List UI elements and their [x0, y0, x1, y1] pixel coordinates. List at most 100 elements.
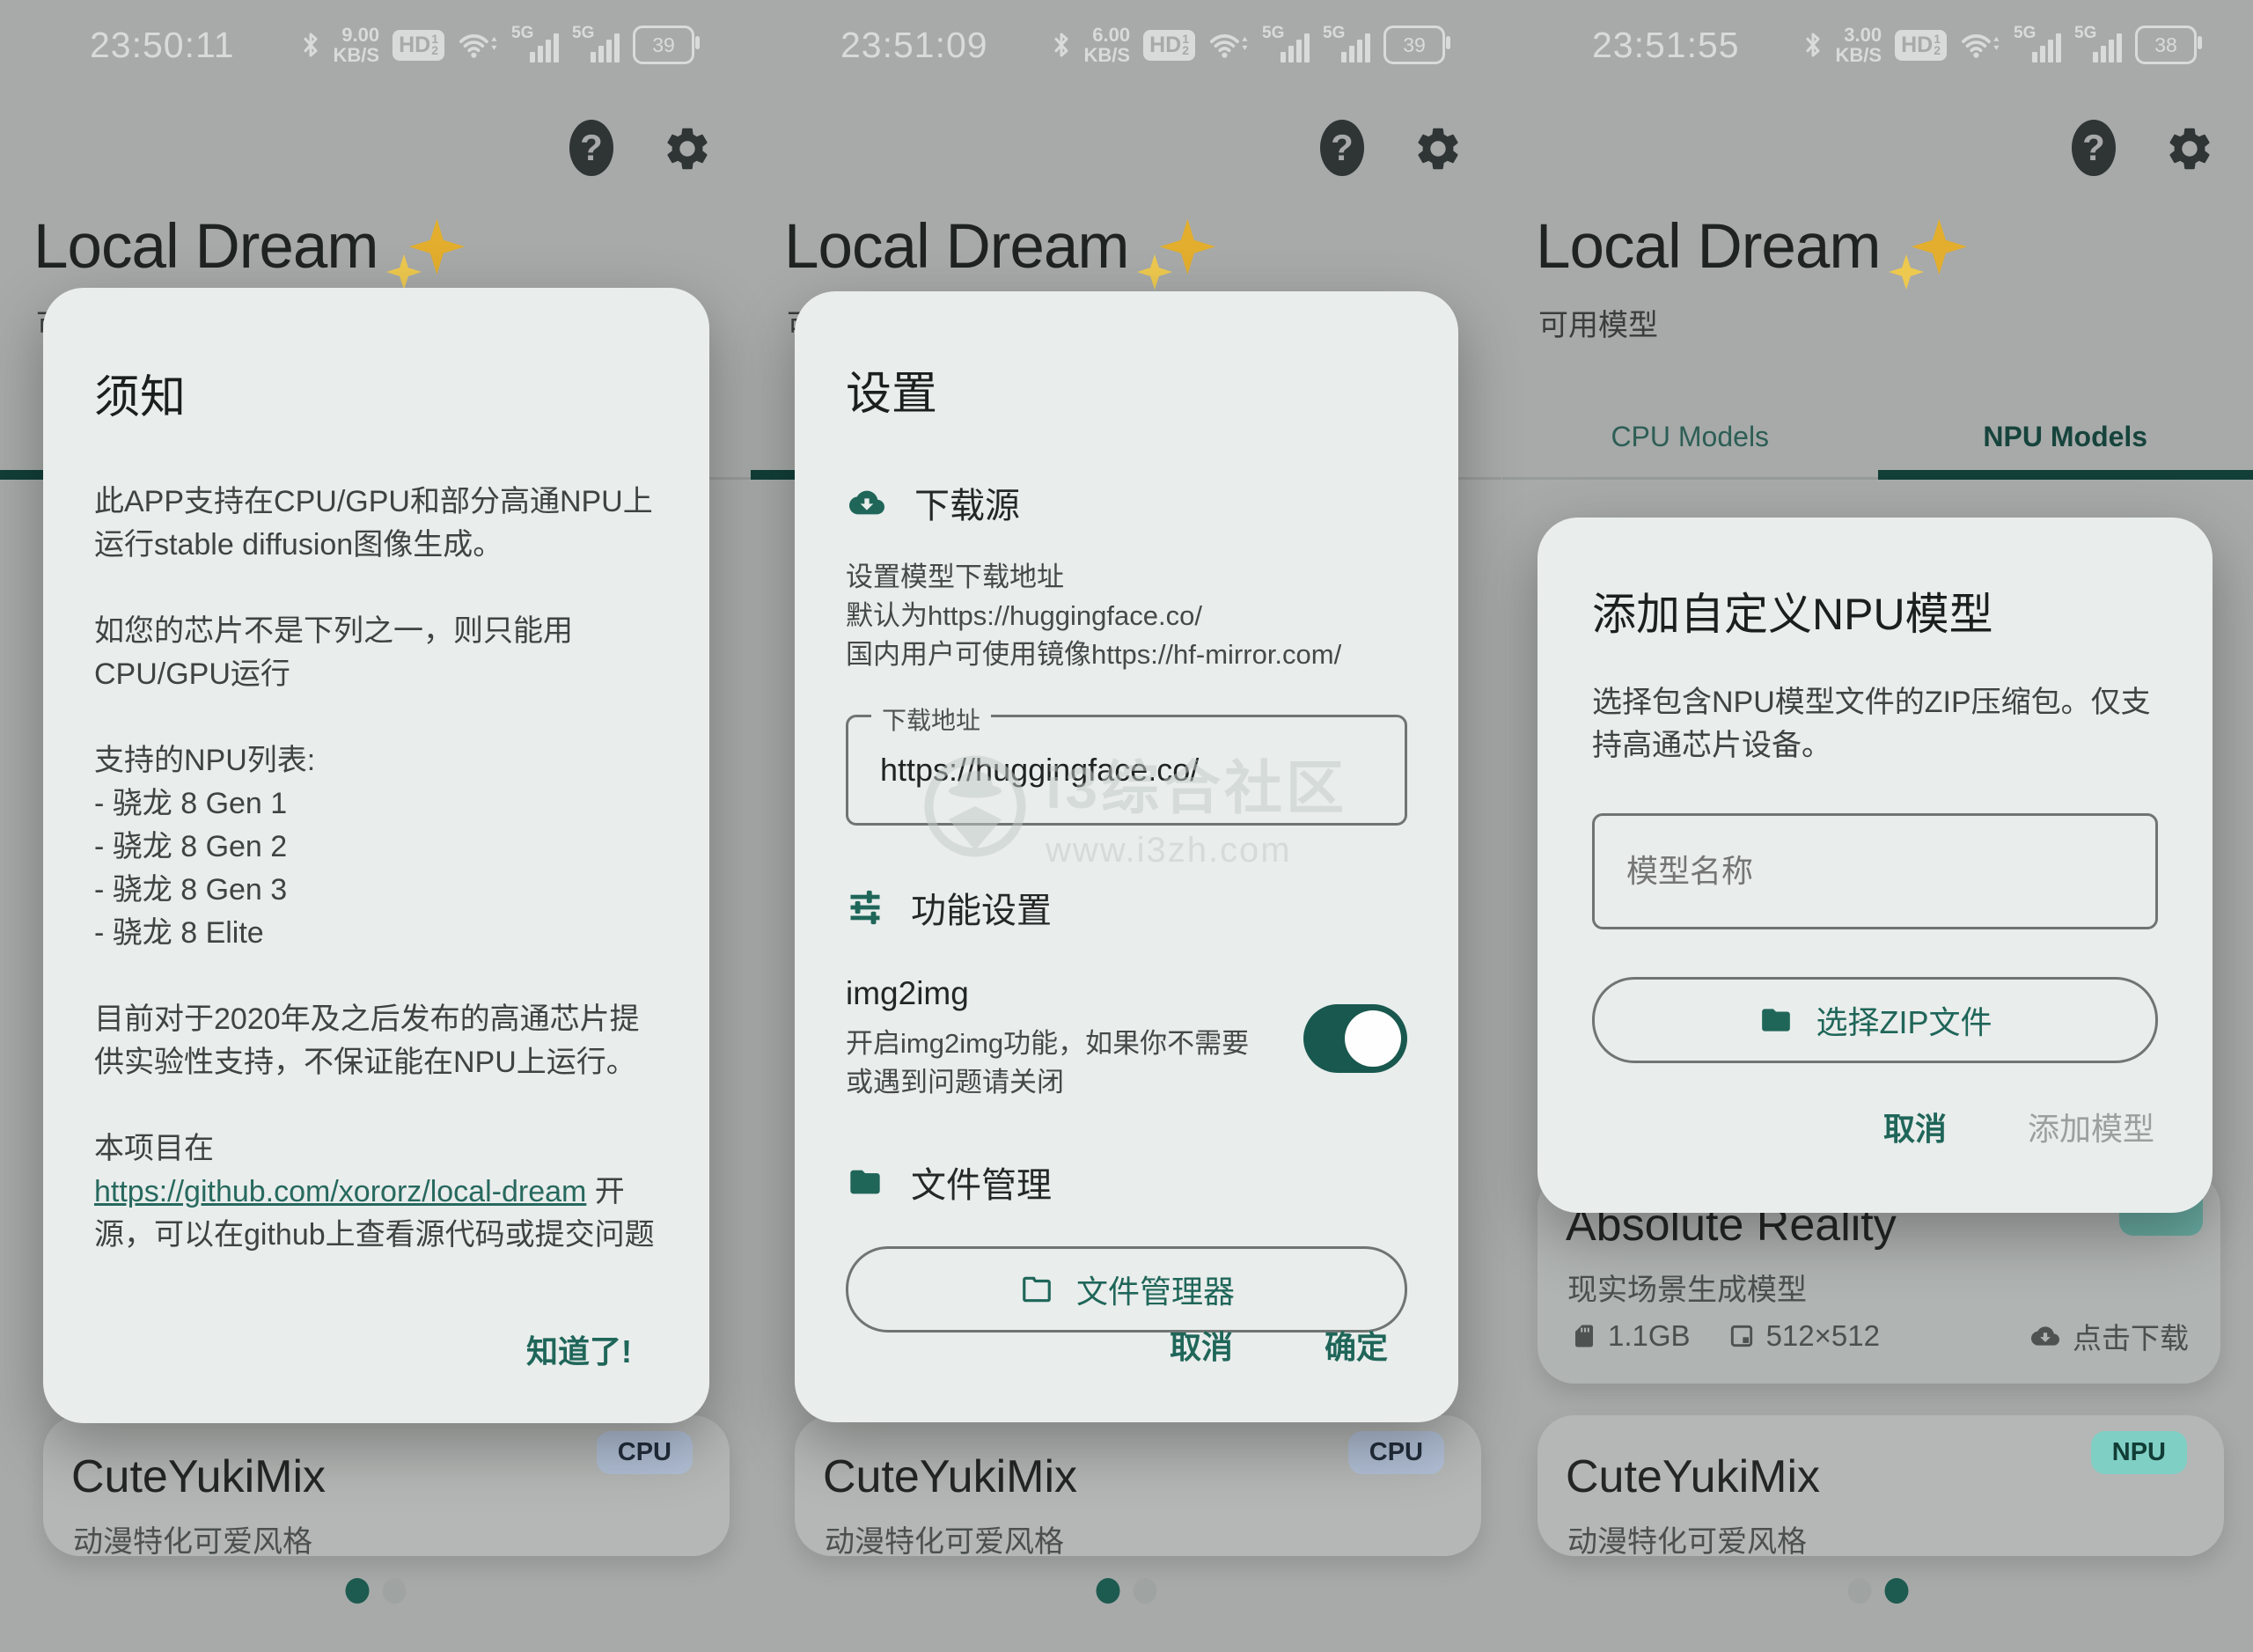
page-dot-1[interactable] — [345, 1578, 369, 1604]
hd-call-icon: HD12 — [1895, 30, 1947, 61]
project-text-prefix: 本项目在 — [94, 1132, 214, 1165]
network-speed: 9.00KB/S — [334, 25, 380, 65]
signal-icon-sim1: 5G — [1262, 24, 1310, 66]
resolution-icon — [1728, 1322, 1756, 1350]
download-url-input[interactable] — [859, 752, 1394, 789]
select-zip-button[interactable]: 选择ZIP文件 — [1592, 977, 2158, 1063]
file-manager-button[interactable]: 文件管理器 — [846, 1246, 1407, 1333]
download-source-description: 设置模型下载地址 默认为https://huggingface.co/ 国内用户… — [846, 558, 1407, 674]
file-management-section: 文件管理 — [846, 1156, 1407, 1208]
signal-icon-sim2: 5G — [572, 24, 620, 66]
screenshot-root: 23:50:11 9.00KB/S HD12 5G 5G 39 ? Local … — [0, 0, 2253, 1652]
page-dot-1[interactable] — [1847, 1578, 1871, 1604]
tab-cpu-models[interactable]: CPU Models — [1502, 421, 1878, 453]
model-name-field-wrap — [1592, 813, 2158, 929]
model-description: 动漫特化可爱风格 — [73, 1517, 312, 1560]
tab-npu-models[interactable]: NPU Models — [1878, 421, 2253, 453]
bluetooth-icon — [301, 29, 320, 61]
model-card-cuteyukimix[interactable]: CuteYukiMix 动漫特化可爱风格 NPU — [1537, 1415, 2224, 1556]
gear-icon[interactable] — [662, 123, 713, 174]
help-icon[interactable]: ? — [569, 120, 613, 176]
model-size: 1.1GB — [1608, 1319, 1691, 1353]
page-dot-1[interactable] — [1096, 1578, 1119, 1604]
tab-indicator — [1878, 470, 2253, 480]
battery-icon: 39 — [633, 26, 694, 64]
img2img-label: img2img — [846, 975, 1303, 1012]
signal-icon-sim2: 5G — [2074, 24, 2122, 66]
signal-icon-sim1: 5G — [2014, 24, 2061, 66]
phone-right: 23:51:55 3.00KB/S HD12 5G 5G 38 ? Local … — [1502, 0, 2253, 1652]
section-label: 下载源 — [914, 477, 1020, 528]
folder-icon — [1758, 1003, 1794, 1037]
dialog-title: 须知 — [94, 360, 658, 426]
status-bar: 23:51:55 3.00KB/S HD12 5G 5G 38 — [1502, 0, 2253, 84]
sparkles-icon — [384, 211, 465, 292]
wifi-icon — [1960, 28, 2000, 62]
cancel-button[interactable]: 取消 — [1883, 1104, 1947, 1149]
toggle-thumb — [1345, 1010, 1401, 1067]
help-icon[interactable]: ? — [2072, 120, 2116, 176]
list-item: - 骁龙 8 Gen 1 — [94, 782, 658, 826]
hd-call-icon: HD12 — [393, 30, 444, 61]
page-dot-2[interactable] — [1133, 1578, 1156, 1604]
gear-icon[interactable] — [1413, 123, 1464, 174]
sparkles-icon — [1886, 211, 1967, 292]
page-dot-2[interactable] — [1884, 1578, 1908, 1604]
list-title: 支持的NPU列表: — [94, 739, 658, 782]
add-model-button[interactable]: 添加模型 — [2028, 1104, 2154, 1149]
signal-icon-sim2: 5G — [1323, 24, 1370, 66]
model-description: 动漫特化可爱风格 — [825, 1517, 1064, 1560]
status-icons: 3.00KB/S HD12 5G 5G 38 — [1803, 19, 2204, 70]
npu-support-list: 支持的NPU列表: - 骁龙 8 Gen 1 - 骁龙 8 Gen 2 - 骁龙… — [94, 739, 658, 955]
notice-paragraph-3: 目前对于2020年及之后发布的高通芯片提供实验性支持，不保证能在NPU上运行。 — [94, 998, 658, 1084]
cpu-badge: CPU — [1348, 1431, 1444, 1474]
notice-paragraph-4: 本项目在 https://github.com/xororz/local-dre… — [94, 1127, 658, 1257]
acknowledge-button[interactable]: 知道了! — [526, 1326, 632, 1372]
page-dots — [345, 1578, 406, 1604]
img2img-toggle[interactable] — [1303, 1004, 1407, 1073]
model-card-cuteyukimix[interactable]: CuteYukiMix 动漫特化可爱风格 CPU — [43, 1415, 730, 1556]
clock: 23:51:09 — [840, 25, 988, 66]
wifi-icon — [458, 28, 498, 62]
page-dot-2[interactable] — [382, 1578, 406, 1604]
dialog-actions: 取消 确定 — [1170, 1322, 1388, 1368]
sparkles-icon — [1134, 211, 1215, 292]
folder-outline-icon — [1018, 1273, 1055, 1306]
download-action-label[interactable]: 点击下载 — [2073, 1315, 2189, 1357]
tune-icon — [846, 888, 884, 927]
model-name-input[interactable] — [1605, 853, 2145, 890]
help-icon[interactable]: ? — [1320, 120, 1364, 176]
github-link[interactable]: https://github.com/xororz/local-dream — [94, 1175, 586, 1208]
section-label: 文件管理 — [911, 1156, 1052, 1208]
status-icons: 9.00KB/S HD12 5G 5G 39 — [301, 19, 701, 70]
status-bar: 23:50:11 9.00KB/S HD12 5G 5G 39 — [0, 0, 751, 84]
clock: 23:50:11 — [90, 25, 235, 66]
phone-middle: 23:51:09 6.00KB/S HD12 5G 5G 39 ? Local … — [751, 0, 1501, 1652]
app-title: Local Dream — [33, 211, 465, 292]
status-bar: 23:51:09 6.00KB/S HD12 5G 5G 39 — [751, 0, 1501, 84]
page-subtitle: 可用模型 — [1538, 301, 1658, 344]
model-card-cuteyukimix[interactable]: CuteYukiMix 动漫特化可爱风格 CPU — [795, 1415, 1481, 1556]
download-source-section: 下载源 — [846, 477, 1407, 528]
notice-paragraph-1: 此APP支持在CPU/GPU和部分高通NPU上运行stable diffusio… — [94, 481, 658, 567]
cloud-download-icon — [846, 485, 888, 520]
cancel-button[interactable]: 取消 — [1170, 1322, 1233, 1368]
model-name: CuteYukiMix — [823, 1450, 1077, 1503]
gear-icon[interactable] — [2164, 123, 2215, 174]
status-icons: 6.00KB/S HD12 5G 5G 39 — [1052, 19, 1452, 70]
download-url-field-wrap: 下载地址 — [846, 715, 1407, 826]
wifi-icon — [1208, 28, 1249, 62]
app-title: Local Dream — [1536, 211, 1967, 292]
model-name: CuteYukiMix — [1566, 1450, 1820, 1503]
bluetooth-icon — [1803, 29, 1823, 61]
notice-paragraph-2: 如您的芯片不是下列之一，则只能用CPU/GPU运行 — [94, 610, 658, 696]
confirm-button[interactable]: 确定 — [1325, 1322, 1388, 1368]
app-title: Local Dream — [784, 211, 1215, 292]
page-dots — [1847, 1578, 1908, 1604]
battery-icon: 39 — [1383, 26, 1445, 64]
dialog-title: 添加自定义NPU模型 — [1592, 579, 2158, 642]
img2img-description: 开启img2img功能，如果你不需要或遇到问题请关闭 — [846, 1024, 1259, 1102]
folder-icon — [846, 1164, 884, 1200]
list-item: - 骁龙 8 Gen 2 — [94, 826, 658, 869]
model-meta-row: 1.1GB 512×512 点击下载 — [1571, 1315, 2189, 1357]
